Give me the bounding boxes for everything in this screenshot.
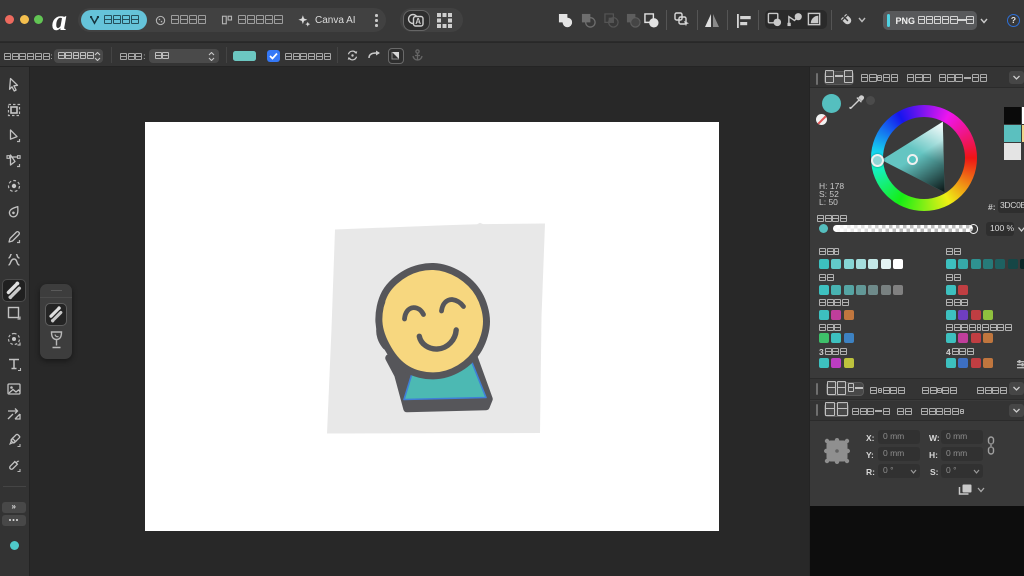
svg-text:A: A	[415, 17, 421, 26]
